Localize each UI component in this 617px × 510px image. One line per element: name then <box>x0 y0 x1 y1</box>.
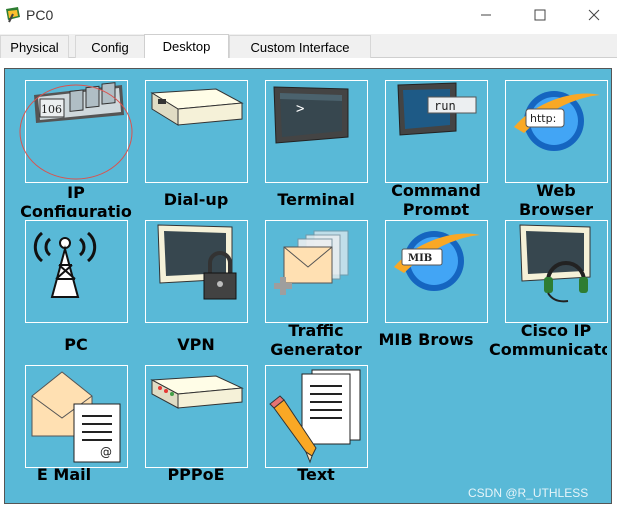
app-label-command-line1: Command <box>391 182 481 200</box>
text-editor-icon <box>269 369 361 464</box>
maximize-button[interactable] <box>517 0 563 30</box>
app-label-command-line2: Prompt <box>402 201 470 215</box>
tab-config[interactable]: Config <box>75 35 145 58</box>
terminal-icon: > <box>273 86 349 144</box>
app-pppoe[interactable] <box>145 365 248 468</box>
minimize-button[interactable] <box>463 0 509 30</box>
app-label-text: Text <box>297 466 335 484</box>
app-label-pppoe: PPPoE <box>167 466 225 484</box>
app-label-email: E Mail <box>36 466 92 484</box>
window-title: PC0 <box>26 7 54 23</box>
highlight-ring <box>19 84 133 180</box>
svg-text:MIB: MIB <box>408 253 432 264</box>
app-label-cisco-line2: Communicato <box>489 341 607 357</box>
svg-text:run: run <box>434 99 456 113</box>
app-web-browser[interactable]: http: <box>505 80 608 183</box>
headset-monitor-icon <box>519 224 591 303</box>
app-text-editor[interactable] <box>265 365 368 468</box>
pppoe-device-icon <box>150 375 244 409</box>
close-button[interactable] <box>571 0 617 30</box>
svg-text:>: > <box>296 101 304 117</box>
web-browser-icon: http: <box>514 91 600 151</box>
app-mib-browser[interactable]: MIB <box>385 220 488 323</box>
command-prompt-icon: run <box>397 82 477 136</box>
tab-desktop[interactable]: Desktop <box>144 34 229 58</box>
close-icon <box>588 9 600 21</box>
app-label-ip-line2: Configuratio <box>20 203 132 217</box>
svg-text:@: @ <box>100 445 112 459</box>
app-label-vpn: VPN <box>177 336 215 354</box>
svg-text:http:: http: <box>530 112 556 125</box>
title-bar: PC0 <box>0 0 617 30</box>
app-label-mib: MIB Brows <box>378 331 474 349</box>
packet-tracer-icon <box>6 7 20 23</box>
app-terminal[interactable]: > <box>265 80 368 183</box>
tab-custom-interface[interactable]: Custom Interface <box>229 35 371 58</box>
app-traffic-generator[interactable] <box>265 220 368 323</box>
tab-physical[interactable]: Physical <box>0 35 69 58</box>
app-label-web-line1: Web <box>536 182 576 200</box>
email-icon: @ <box>31 371 121 463</box>
desktop-panel: 106 IP Configuratio Dial-up > Terminal r… <box>4 68 612 504</box>
app-label-ip-line1: IP <box>67 184 85 202</box>
app-pc-wireless[interactable] <box>25 220 128 323</box>
app-cisco-ip-communicator[interactable] <box>505 220 608 323</box>
app-vpn[interactable] <box>145 220 248 323</box>
app-email[interactable]: @ <box>25 365 128 468</box>
watermark: CSDN @R_UTHLESS <box>468 486 589 500</box>
vpn-lock-icon <box>157 224 237 300</box>
app-label-cisco-line1: Cisco IP <box>520 322 592 340</box>
app-label-pc: PC <box>64 336 88 354</box>
traffic-generator-icon <box>274 230 349 295</box>
mib-browser-icon: MIB <box>394 231 480 291</box>
app-label-terminal: Terminal <box>277 191 355 209</box>
maximize-icon <box>534 9 546 21</box>
app-label-web-line2: Browser <box>518 201 594 215</box>
modem-icon <box>150 88 244 126</box>
app-dial-up[interactable] <box>145 80 248 183</box>
minimize-icon <box>481 14 491 16</box>
tab-bar: Physical Config Desktop Custom Interface <box>0 34 617 58</box>
app-command-prompt[interactable]: run <box>385 80 488 183</box>
app-label-dial-up: Dial-up <box>163 191 229 209</box>
wireless-tower-icon <box>33 231 97 298</box>
app-label-traffic-line1: Traffic <box>288 322 344 340</box>
app-label-traffic-line2: Generator <box>270 341 362 355</box>
